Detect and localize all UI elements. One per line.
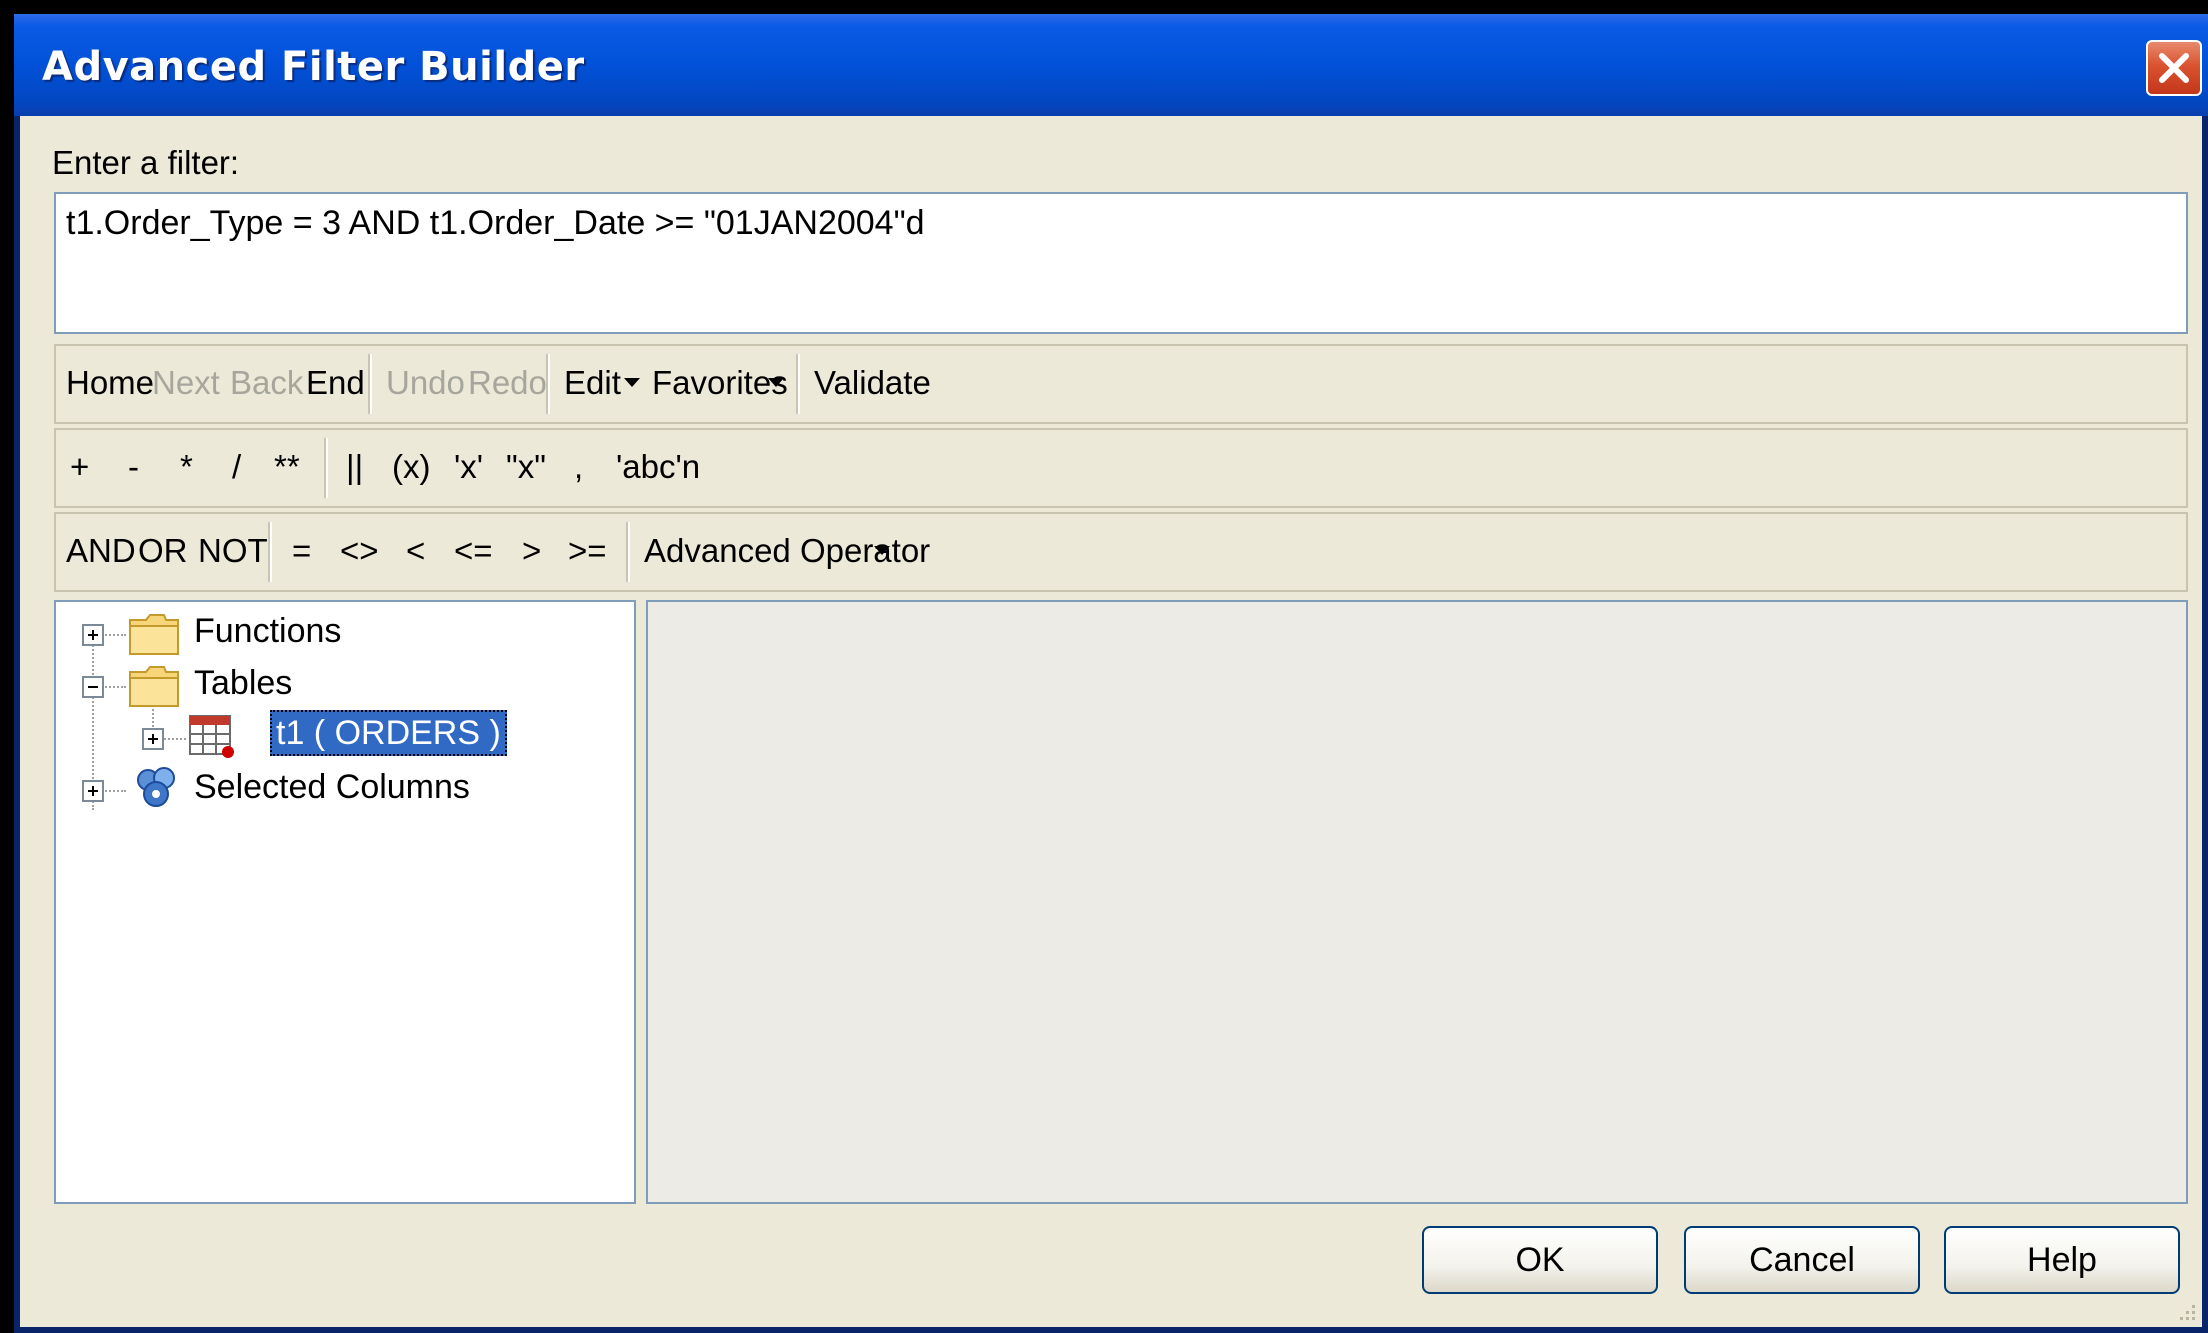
tree-line	[102, 686, 126, 688]
equals-button[interactable]: =	[292, 532, 311, 570]
multiply-button[interactable]: *	[180, 448, 193, 486]
home-button[interactable]: Home	[66, 364, 154, 402]
data-sources-tree[interactable]: Functions Tables t1 ( ORDERS ) Selected …	[54, 600, 636, 1204]
tree-item-tables[interactable]: Tables	[194, 664, 292, 703]
item-details-panel	[646, 600, 2188, 1204]
power-button[interactable]: **	[274, 448, 300, 486]
window-title: Advanced Filter Builder	[42, 44, 585, 90]
edit-dropdown-caret-icon[interactable]	[624, 378, 640, 387]
newline-string-button[interactable]: 'abc'n	[616, 448, 700, 486]
close-icon	[2159, 53, 2189, 83]
less-equal-button[interactable]: <=	[454, 532, 493, 570]
divide-button[interactable]: /	[232, 448, 241, 486]
folder-icon	[129, 614, 179, 655]
not-equals-button[interactable]: <>	[340, 532, 379, 570]
tree-item-selected-columns[interactable]: Selected Columns	[194, 768, 470, 807]
and-button[interactable]: AND	[66, 532, 136, 570]
undo-button[interactable]: Undo	[386, 364, 465, 402]
arithmetic-toolbar: + - * / ** || (x) 'x' "x" , 'abc'n	[54, 428, 2188, 508]
filter-expression-input[interactable]: t1.Order_Type = 3 AND t1.Order_Date >= "…	[54, 192, 2188, 334]
edit-menu-button[interactable]: Edit	[564, 364, 621, 402]
toolbar-separator	[368, 354, 372, 414]
tree-line	[164, 738, 186, 740]
navigation-toolbar: Home Next Back End Undo Redo Edit Favori…	[54, 344, 2188, 424]
back-button[interactable]: Back	[230, 364, 303, 402]
validate-button[interactable]: Validate	[814, 364, 931, 402]
help-button[interactable]: Help	[1944, 1226, 2180, 1294]
toolbar-separator	[268, 522, 272, 582]
not-button[interactable]: NOT	[198, 532, 268, 570]
double-quote-button[interactable]: "x"	[506, 448, 546, 486]
table-icon	[189, 715, 234, 758]
resize-grip-icon[interactable]	[2174, 1299, 2198, 1323]
close-button[interactable]	[2146, 40, 2202, 96]
redo-button[interactable]: Redo	[468, 364, 547, 402]
collapse-tables-icon[interactable]	[82, 676, 104, 698]
favorites-dropdown-caret-icon[interactable]	[768, 378, 784, 387]
dialog-body: Enter a filter: t1.Order_Type = 3 AND t1…	[20, 116, 2202, 1327]
tree-item-functions[interactable]: Functions	[194, 612, 341, 651]
columns-icon	[137, 767, 175, 807]
comma-button[interactable]: ,	[574, 448, 583, 486]
minus-button[interactable]: -	[128, 448, 139, 486]
folder-icon	[129, 666, 179, 707]
tree-line	[102, 634, 126, 636]
toolbar-separator	[324, 438, 328, 498]
advanced-filter-builder-window: Advanced Filter Builder Enter a filter: …	[14, 14, 2208, 1333]
or-button[interactable]: OR	[138, 532, 188, 570]
parentheses-button[interactable]: (x)	[392, 448, 430, 486]
filter-expression-text: t1.Order_Type = 3 AND t1.Order_Date >= "…	[66, 204, 925, 242]
cancel-button[interactable]: Cancel	[1684, 1226, 1920, 1294]
tree-line	[102, 790, 126, 792]
title-bar[interactable]: Advanced Filter Builder	[14, 14, 2208, 116]
filter-label: Enter a filter:	[52, 144, 240, 181]
expand-selected-columns-icon[interactable]	[82, 780, 104, 802]
tree-item-table-t1[interactable]: t1 ( ORDERS )	[270, 710, 507, 756]
end-button[interactable]: End	[306, 364, 365, 402]
toolbar-separator	[796, 354, 800, 414]
greater-than-button[interactable]: >	[522, 532, 541, 570]
less-than-button[interactable]: <	[406, 532, 425, 570]
ok-button[interactable]: OK	[1422, 1226, 1658, 1294]
single-quote-button[interactable]: 'x'	[454, 448, 483, 486]
advanced-operator-dropdown-caret-icon[interactable]	[874, 546, 890, 555]
expand-functions-icon[interactable]	[82, 624, 104, 646]
greater-equal-button[interactable]: >=	[568, 532, 607, 570]
toolbar-separator	[546, 354, 550, 414]
concat-button[interactable]: ||	[346, 448, 363, 486]
expand-table-t1-icon[interactable]	[142, 728, 164, 750]
next-button[interactable]: Next	[152, 364, 220, 402]
toolbar-separator	[626, 522, 630, 582]
logical-operator-toolbar: AND OR NOT = <> < <= > >= Advanced Opera…	[54, 512, 2188, 592]
plus-button[interactable]: +	[70, 448, 89, 486]
